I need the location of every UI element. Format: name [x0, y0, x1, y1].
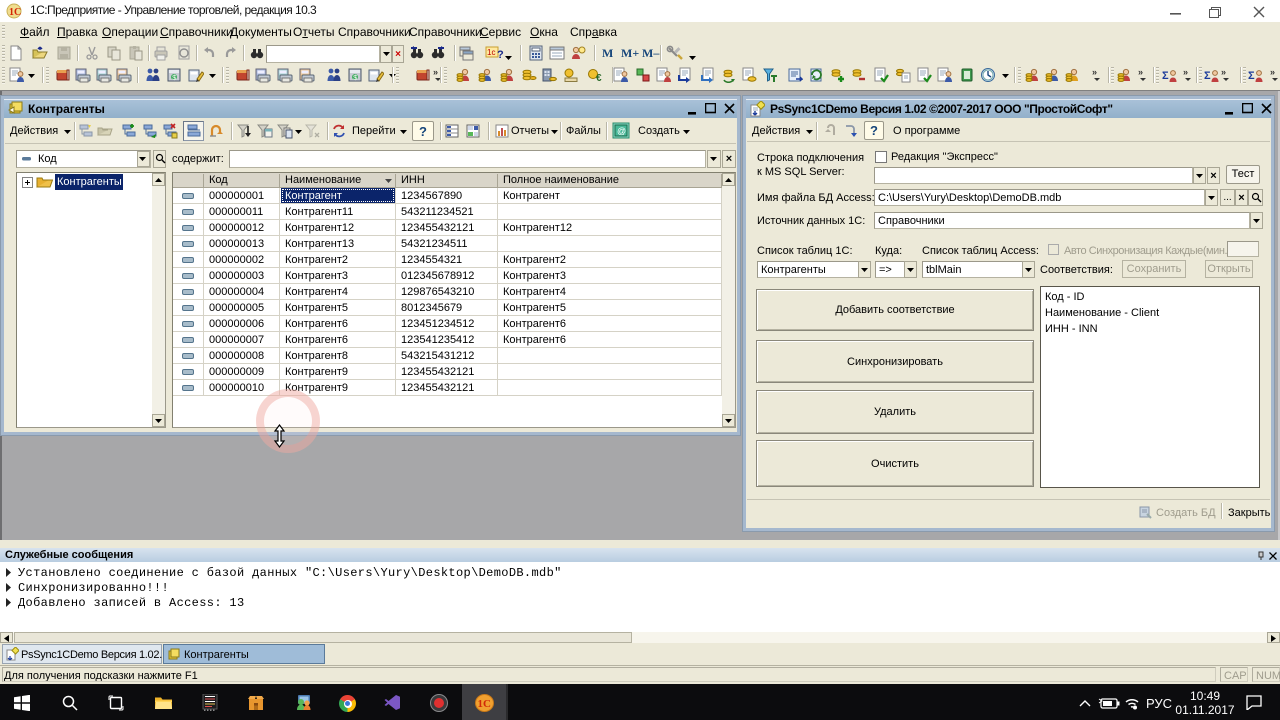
svg-text:$: $ — [172, 75, 176, 82]
svg-text:»: » — [1183, 67, 1188, 77]
svg-text:»: » — [433, 67, 438, 77]
svg-text:?: ? — [497, 49, 504, 61]
svg-text:@: @ — [617, 126, 626, 136]
svg-text:»: » — [1221, 67, 1226, 77]
svg-text:€: € — [596, 73, 602, 83]
svg-text:»: » — [1270, 67, 1275, 77]
svg-text:»: » — [1138, 67, 1143, 77]
svg-text:1С: 1С — [478, 698, 492, 710]
svg-text:Σ: Σ — [1162, 70, 1169, 82]
svg-text:»: » — [1092, 67, 1097, 77]
svg-text:1c: 1c — [487, 48, 495, 57]
svg-text:$: $ — [353, 75, 357, 82]
svg-text:Σ: Σ — [1204, 70, 1211, 82]
svg-text:1С: 1С — [9, 7, 21, 18]
svg-text:Σ: Σ — [1248, 70, 1255, 82]
